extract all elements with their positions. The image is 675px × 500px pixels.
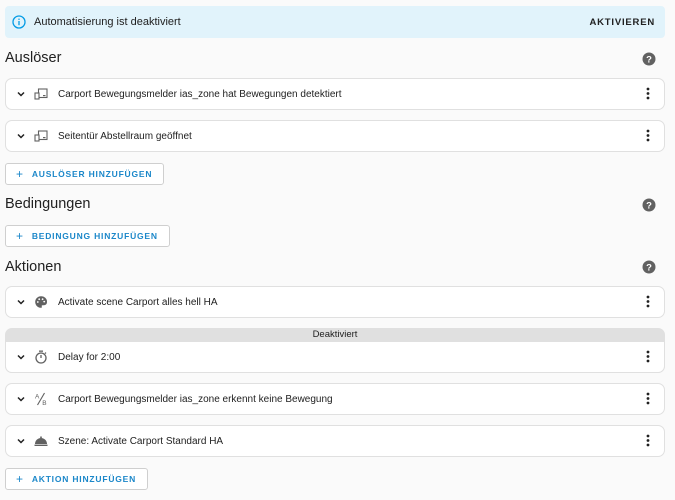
plus-icon: + bbox=[16, 472, 24, 486]
device-icon bbox=[34, 87, 48, 101]
trigger-card[interactable]: Carport Bewegungsmelder ias_zone hat Bew… bbox=[5, 78, 665, 110]
chevron-down-icon[interactable] bbox=[16, 352, 26, 362]
disabled-action-wrapper: Deaktiviert Delay for 2:00 bbox=[5, 328, 665, 373]
action-label: Activate scene Carport alles hell HA bbox=[58, 296, 218, 308]
overflow-menu-icon[interactable] bbox=[642, 434, 654, 448]
activate-button[interactable]: AKTIVIEREN bbox=[589, 17, 655, 28]
add-condition-button[interactable]: + BEDINGUNG HINZUFÜGEN bbox=[5, 225, 170, 247]
action-label: Szene: Activate Carport Standard HA bbox=[58, 435, 224, 447]
triggers-help-icon[interactable]: ? bbox=[642, 52, 656, 66]
chevron-down-icon[interactable] bbox=[16, 89, 26, 99]
automation-disabled-banner: Automatisierung ist deaktiviert AKTIVIER… bbox=[5, 6, 665, 38]
action-card[interactable]: AB Carport Bewegungsmelder ias_zone erke… bbox=[5, 383, 665, 415]
add-action-button[interactable]: + AKTION HINZUFÜGEN bbox=[5, 468, 149, 490]
svg-text:?: ? bbox=[646, 262, 652, 273]
action-card[interactable]: Activate scene Carport alles hell HA bbox=[5, 286, 665, 318]
action-card[interactable]: Szene: Activate Carport Standard HA bbox=[5, 425, 665, 457]
action-label: Delay for 2:00 bbox=[58, 351, 121, 363]
actions-heading: Aktionen bbox=[5, 259, 62, 275]
svg-text:?: ? bbox=[646, 200, 652, 211]
overflow-menu-icon[interactable] bbox=[642, 392, 654, 406]
plus-icon: + bbox=[16, 229, 24, 243]
chevron-down-icon[interactable] bbox=[16, 297, 26, 307]
action-label: Carport Bewegungsmelder ias_zone erkennt… bbox=[58, 393, 333, 405]
triggers-heading: Auslöser bbox=[5, 50, 62, 66]
svg-text:B: B bbox=[42, 400, 46, 406]
add-trigger-label: AUSLÖSER HINZUFÜGEN bbox=[31, 169, 153, 179]
plus-icon: + bbox=[16, 167, 24, 181]
conditions-heading: Bedingungen bbox=[5, 196, 91, 212]
trigger-label: Carport Bewegungsmelder ias_zone hat Bew… bbox=[58, 88, 342, 100]
svg-text:A: A bbox=[35, 394, 40, 401]
actions-help-icon[interactable]: ? bbox=[642, 260, 656, 274]
trigger-card[interactable]: Seitentür Abstellraum geöffnet bbox=[5, 120, 665, 152]
scene-icon bbox=[34, 434, 48, 448]
info-icon bbox=[12, 15, 26, 29]
conditions-help-icon[interactable]: ? bbox=[642, 198, 656, 212]
chevron-down-icon[interactable] bbox=[16, 394, 26, 404]
device-icon bbox=[34, 129, 48, 143]
banner-message: Automatisierung ist deaktiviert bbox=[34, 16, 181, 28]
overflow-menu-icon[interactable] bbox=[642, 129, 654, 143]
chevron-down-icon[interactable] bbox=[16, 131, 26, 141]
overflow-menu-icon[interactable] bbox=[642, 295, 654, 309]
disabled-label: Deaktiviert bbox=[312, 329, 358, 340]
timer-icon bbox=[34, 350, 48, 364]
condition-icon: AB bbox=[34, 392, 48, 406]
trigger-label: Seitentür Abstellraum geöffnet bbox=[58, 130, 192, 142]
overflow-menu-icon[interactable] bbox=[642, 350, 654, 364]
add-condition-label: BEDINGUNG HINZUFÜGEN bbox=[31, 231, 158, 241]
svg-text:?: ? bbox=[646, 54, 652, 65]
overflow-menu-icon[interactable] bbox=[642, 87, 654, 101]
add-action-label: AKTION HINZUFÜGEN bbox=[31, 474, 137, 484]
action-card[interactable]: Delay for 2:00 bbox=[5, 341, 665, 373]
chevron-down-icon[interactable] bbox=[16, 436, 26, 446]
palette-icon bbox=[34, 295, 48, 309]
add-trigger-button[interactable]: + AUSLÖSER HINZUFÜGEN bbox=[5, 163, 165, 185]
